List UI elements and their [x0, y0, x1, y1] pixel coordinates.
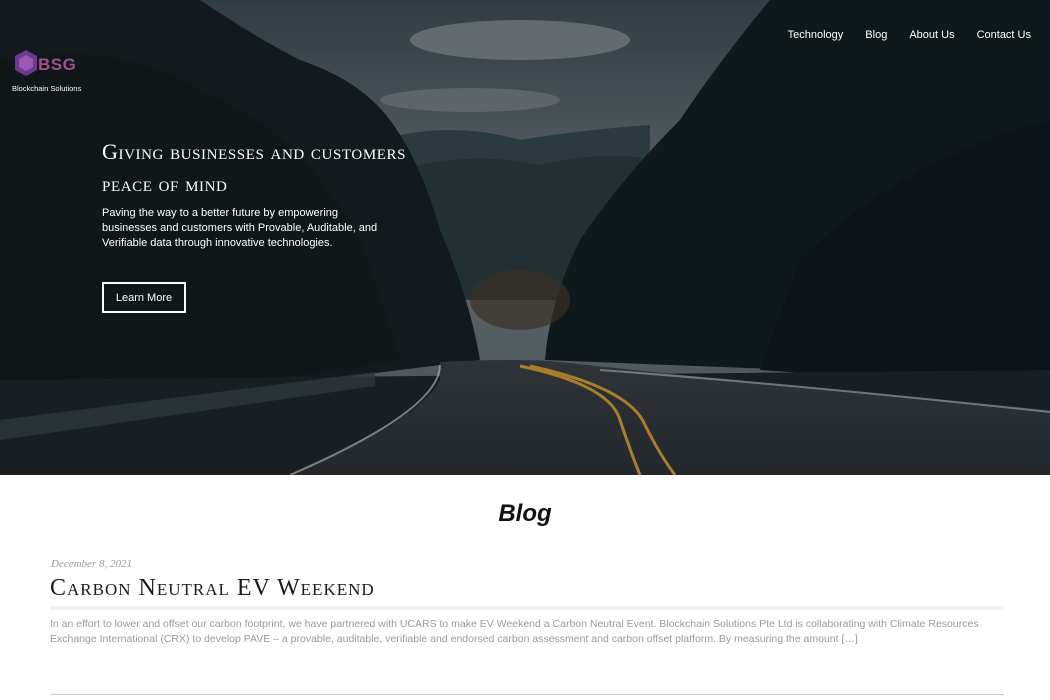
post-title-link[interactable]: Carbon Neutral EV Weekend: [50, 575, 375, 602]
nav-item-contact-us[interactable]: Contact Us: [966, 28, 1042, 42]
hero-title: Giving businesses and customers peace of…: [102, 136, 422, 200]
nav-item-about-us[interactable]: About Us: [898, 28, 965, 42]
hero-content: Giving businesses and customers peace of…: [102, 136, 422, 251]
post-excerpt: In an effort to lower and offset our car…: [50, 618, 979, 645]
post-date: December 8, 2021: [51, 558, 132, 570]
learn-more-button[interactable]: Learn More: [102, 282, 186, 313]
hero-title-line2: peace of mind: [102, 171, 228, 196]
hero-title-line1: Giving businesses and customers: [102, 139, 407, 164]
section-divider: [50, 694, 1004, 695]
hero-description: Paving the way to a better future by emp…: [102, 207, 378, 249]
brand-logo[interactable]: BSG Blockchain Solutions: [12, 48, 92, 93]
logo-text: BSG: [38, 55, 77, 74]
blog-heading: Blog: [498, 500, 552, 527]
post-divider: [50, 606, 1004, 610]
hexagon-logo-icon: [15, 50, 37, 76]
logo-tagline: Blockchain Solutions: [12, 84, 82, 93]
nav-item-blog[interactable]: Blog: [854, 28, 898, 42]
nav-item-technology[interactable]: Technology: [777, 28, 855, 42]
hero-banner: BSG Blockchain Solutions Technology Blog…: [0, 0, 1050, 475]
main-nav: Technology Blog About Us Contact Us: [777, 28, 1042, 42]
